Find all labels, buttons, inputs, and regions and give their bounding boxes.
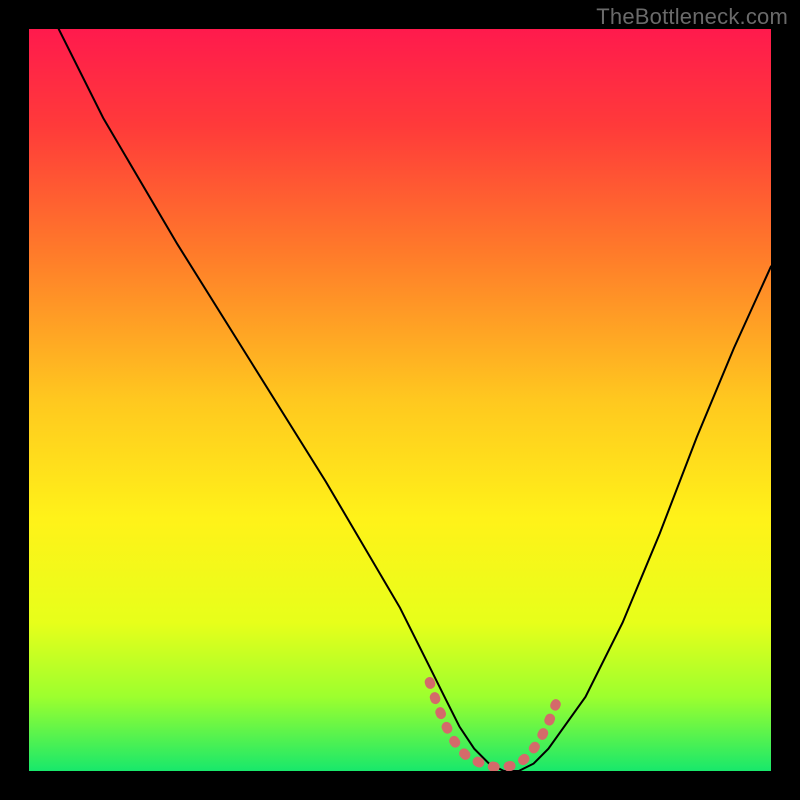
chart-frame: TheBottleneck.com <box>0 0 800 800</box>
watermark-text: TheBottleneck.com <box>596 4 788 30</box>
bottleneck-curve <box>59 29 771 771</box>
plot-area <box>29 29 771 771</box>
curve-layer <box>29 29 771 771</box>
optimal-marker <box>430 682 556 767</box>
